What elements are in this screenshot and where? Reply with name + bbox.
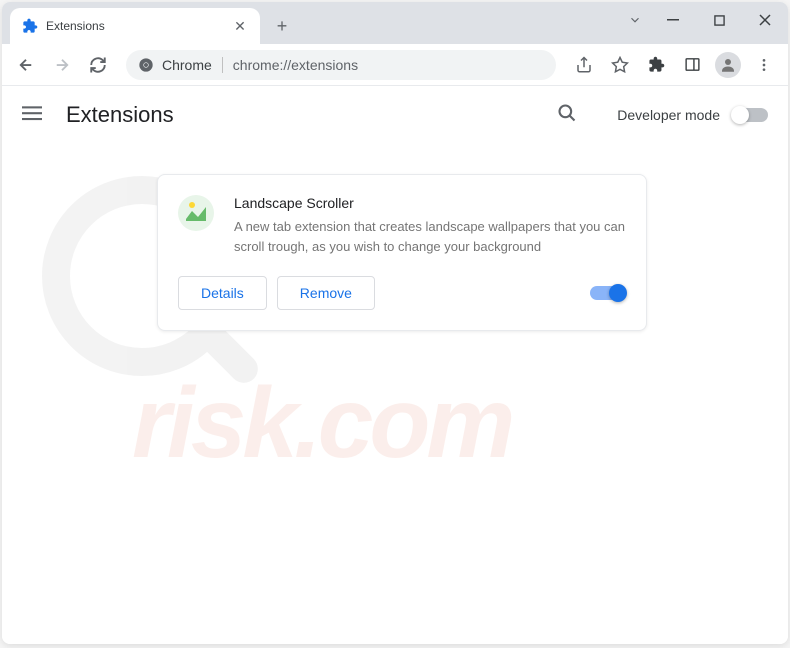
extension-name: Landscape Scroller — [234, 195, 626, 211]
extension-card: Landscape Scroller A new tab extension t… — [157, 174, 647, 331]
page-title: Extensions — [66, 102, 537, 128]
kebab-menu-icon[interactable] — [748, 49, 780, 81]
address-bar: Chromechrome://extensions — [2, 44, 788, 86]
close-tab-button[interactable]: ✕ — [232, 18, 248, 34]
page-content: Extensions Developer mode C risk.com — [2, 86, 788, 644]
omnibox[interactable]: Chromechrome://extensions — [126, 50, 556, 80]
chrome-icon — [138, 57, 154, 73]
extension-description: A new tab extension that creates landsca… — [234, 217, 626, 256]
side-panel-icon[interactable] — [676, 49, 708, 81]
profile-avatar[interactable] — [712, 49, 744, 81]
tab-title: Extensions — [46, 19, 224, 33]
forward-button[interactable] — [46, 49, 78, 81]
extension-enable-toggle[interactable] — [590, 286, 626, 300]
toggle-knob — [609, 284, 627, 302]
extensions-header: Extensions Developer mode — [2, 86, 788, 144]
new-tab-button[interactable]: + — [268, 12, 296, 40]
browser-tab[interactable]: Extensions ✕ — [10, 8, 260, 44]
details-button[interactable]: Details — [178, 276, 267, 310]
close-window-button[interactable] — [742, 4, 788, 36]
browser-window: Extensions ✕ + — [2, 2, 788, 644]
minimize-button[interactable] — [650, 4, 696, 36]
search-icon[interactable] — [557, 103, 581, 127]
chevron-down-icon[interactable] — [620, 4, 650, 36]
hamburger-menu-icon[interactable] — [22, 103, 46, 127]
url-display: Chromechrome://extensions — [162, 57, 358, 73]
extensions-puzzle-icon[interactable] — [640, 49, 672, 81]
window-controls — [620, 2, 788, 44]
developer-mode-control: Developer mode — [617, 107, 768, 123]
developer-mode-toggle[interactable] — [732, 108, 768, 122]
developer-mode-label: Developer mode — [617, 107, 720, 123]
extensions-list: Landscape Scroller A new tab extension t… — [2, 144, 788, 361]
puzzle-icon — [22, 18, 38, 34]
bookmark-star-icon[interactable] — [604, 49, 636, 81]
extension-icon — [178, 195, 214, 231]
toggle-knob — [731, 106, 749, 124]
reload-button[interactable] — [82, 49, 114, 81]
remove-button[interactable]: Remove — [277, 276, 375, 310]
back-button[interactable] — [10, 49, 42, 81]
maximize-button[interactable] — [696, 4, 742, 36]
share-icon[interactable] — [568, 49, 600, 81]
watermark-text: risk.com — [132, 366, 511, 481]
titlebar: Extensions ✕ + — [2, 2, 788, 44]
